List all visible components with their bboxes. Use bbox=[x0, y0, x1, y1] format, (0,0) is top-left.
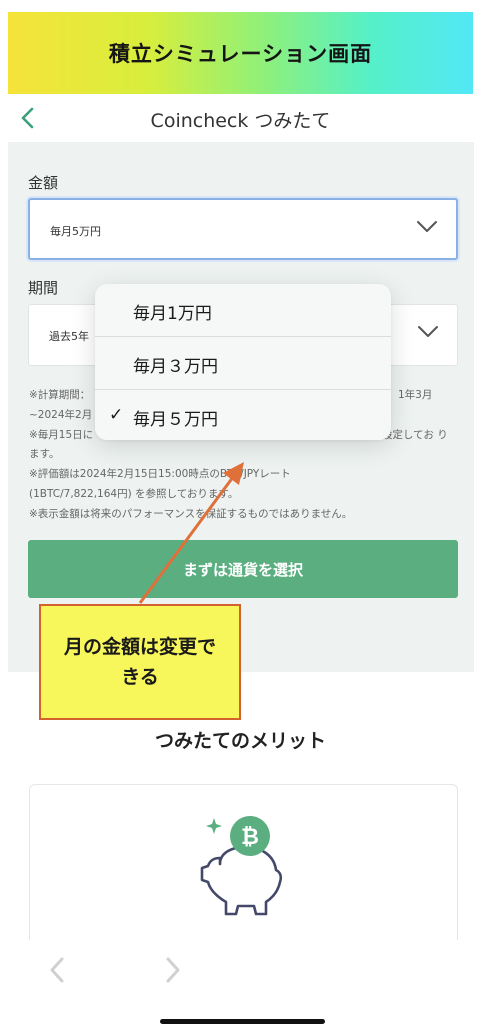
period-label: 期間 bbox=[28, 279, 59, 297]
chevron-down-icon bbox=[418, 326, 438, 337]
dropdown-option-label: 毎月５万円 bbox=[133, 410, 218, 430]
note-fragment: 1年3月 bbox=[398, 389, 433, 401]
bottom-browser-bar bbox=[0, 940, 481, 1024]
amount-select[interactable]: 毎月5万円 bbox=[28, 198, 458, 260]
nav-bar: Coincheck つみたて bbox=[0, 96, 481, 140]
home-indicator[interactable] bbox=[160, 1019, 325, 1024]
chevron-down-icon bbox=[417, 221, 437, 232]
amount-dropdown-menu: 毎月1万円 毎月３万円 ✓ 毎月５万円 bbox=[95, 284, 391, 440]
note-line: ※評価額は2024年2月15日15:00時点のBTC/JPYレート bbox=[29, 468, 291, 481]
checkmark-icon: ✓ bbox=[109, 405, 124, 425]
amount-label: 金額 bbox=[28, 174, 59, 192]
note-line: ます。 bbox=[29, 448, 60, 461]
amount-select-value: 毎月5万円 bbox=[50, 225, 101, 238]
note-line: (1BTC/7,822,164円) を参照しております。 bbox=[29, 487, 239, 500]
page-title: Coincheck つみたて bbox=[150, 110, 331, 132]
dropdown-option-1man[interactable]: 毎月1万円 bbox=[95, 284, 391, 336]
select-currency-button-label: まずは通貨を選択 bbox=[182, 560, 303, 579]
note-fragment: 設定してお り bbox=[382, 429, 448, 441]
browser-forward-icon[interactable] bbox=[162, 955, 184, 985]
svg-text:₿: ₿ bbox=[241, 825, 259, 850]
period-select-value: 過去5年 bbox=[49, 330, 89, 343]
dropdown-option-5man[interactable]: ✓ 毎月５万円 bbox=[95, 390, 391, 440]
browser-back-icon[interactable] bbox=[46, 955, 68, 985]
annotation-banner: 積立シミュレーション画面 bbox=[8, 12, 473, 94]
merit-section-title: つみたてのメリット bbox=[154, 730, 326, 752]
callout-text: 月の金額は変更できる bbox=[63, 636, 216, 688]
dropdown-option-label: 毎月３万円 bbox=[133, 357, 218, 377]
annotation-callout: 月の金額は変更できる bbox=[39, 604, 241, 720]
dropdown-option-3man[interactable]: 毎月３万円 bbox=[95, 337, 391, 389]
piggy-bank-bitcoin-icon: ₿ bbox=[200, 816, 283, 916]
dropdown-option-label: 毎月1万円 bbox=[133, 304, 212, 324]
banner-title: 積立シミュレーション画面 bbox=[108, 42, 373, 66]
select-currency-button[interactable]: まずは通貨を選択 bbox=[28, 540, 458, 598]
note-line: ※表示金額は将来のパフォーマンスを保証するものではありません。 bbox=[29, 507, 353, 520]
